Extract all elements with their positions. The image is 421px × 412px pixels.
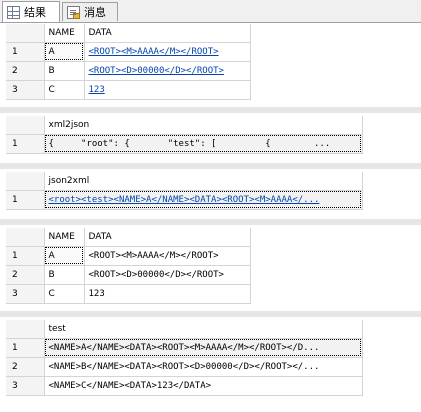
result-grid-json2xml: json2xml 1 <root><test><NAME>A</NAME><DA…: [6, 172, 363, 210]
row-header-corner: [6, 320, 45, 339]
xml-data-link[interactable]: <ROOT><D>00000</D></ROOT>: [84, 61, 251, 81]
result-grid-4: NAME DATA 1 A <ROOT><M>AAAA</M></ROOT> 2…: [6, 228, 251, 304]
row-number[interactable]: 2: [6, 265, 45, 285]
row-header-corner: [6, 116, 45, 135]
row-number[interactable]: 1: [6, 134, 45, 154]
data-cell[interactable]: 123: [84, 284, 251, 304]
column-header-data[interactable]: DATA: [84, 24, 251, 43]
grid-separator: [0, 311, 421, 317]
json-value-cell[interactable]: { "root": { "test": [ { ...: [44, 134, 363, 154]
row-number[interactable]: 1: [6, 42, 45, 62]
table-row: 2 B <ROOT><D>00000</D></ROOT>: [6, 61, 251, 81]
tab-results[interactable]: 结果: [2, 1, 60, 22]
xml-data-link[interactable]: 123: [84, 80, 251, 100]
row-header-corner: [6, 172, 45, 191]
table-row: 1 A <ROOT><M>AAAA</M></ROOT>: [6, 246, 251, 266]
test-value-cell[interactable]: <NAME>C</NAME><DATA>123</DATA>: [44, 376, 363, 396]
column-header-name[interactable]: NAME: [44, 228, 85, 247]
name-cell[interactable]: B: [44, 61, 85, 81]
table-row: 3 C 123: [6, 284, 251, 304]
column-header-test[interactable]: test: [44, 320, 363, 339]
test-value-cell[interactable]: <NAME>B</NAME><DATA><ROOT><D>00000</D></…: [44, 357, 363, 377]
name-cell[interactable]: C: [44, 284, 85, 304]
row-number[interactable]: 1: [6, 246, 45, 266]
row-header-corner: [6, 24, 45, 43]
row-number[interactable]: 1: [6, 190, 45, 210]
data-cell[interactable]: <ROOT><D>00000</D></ROOT>: [84, 265, 251, 285]
column-header-json2xml[interactable]: json2xml: [44, 172, 363, 191]
name-cell[interactable]: A: [44, 246, 85, 266]
messages-icon: [67, 5, 80, 19]
name-cell[interactable]: A: [44, 42, 85, 62]
results-tab-strip: 结果 消息: [0, 0, 421, 23]
table-row: 3 C 123: [6, 80, 251, 100]
table-row: 1 <root><test><NAME>A</NAME><DATA><ROOT>…: [6, 190, 363, 210]
table-row: 2 B <ROOT><D>00000</D></ROOT>: [6, 265, 251, 285]
row-number[interactable]: 2: [6, 357, 45, 377]
name-cell[interactable]: B: [44, 265, 85, 285]
name-cell[interactable]: C: [44, 80, 85, 100]
grid-separator: [0, 163, 421, 169]
table-row: 1 { "root": { "test": [ { ...: [6, 134, 363, 154]
data-cell[interactable]: <ROOT><M>AAAA</M></ROOT>: [84, 246, 251, 266]
xml-data-link[interactable]: <ROOT><M>AAAA</M></ROOT>: [84, 42, 251, 62]
tab-messages-label: 消息: [84, 6, 106, 19]
tab-results-label: 结果: [24, 6, 46, 19]
row-number[interactable]: 3: [6, 284, 45, 304]
table-row: 3 <NAME>C</NAME><DATA>123</DATA>: [6, 376, 363, 396]
grid-separator: [0, 107, 421, 113]
result-grid-1: NAME DATA 1 A <ROOT><M>AAAA</M></ROOT> 2…: [6, 24, 251, 100]
row-number[interactable]: 3: [6, 80, 45, 100]
table-row: 1 A <ROOT><M>AAAA</M></ROOT>: [6, 42, 251, 62]
test-value-cell[interactable]: <NAME>A</NAME><DATA><ROOT><M>AAAA</M></R…: [44, 338, 363, 358]
column-header-name[interactable]: NAME: [44, 24, 85, 43]
results-grid-icon: [7, 5, 20, 19]
table-row: 2 <NAME>B</NAME><DATA><ROOT><D>00000</D>…: [6, 357, 363, 377]
row-number[interactable]: 2: [6, 61, 45, 81]
row-number[interactable]: 3: [6, 376, 45, 396]
row-number[interactable]: 1: [6, 338, 45, 358]
result-grid-xml2json: xml2json 1 { "root": { "test": [ { ...: [6, 116, 363, 154]
column-header-data[interactable]: DATA: [84, 228, 251, 247]
result-grid-test: test 1 <NAME>A</NAME><DATA><ROOT><M>AAAA…: [6, 320, 363, 396]
row-header-corner: [6, 228, 45, 247]
grid-separator: [0, 219, 421, 225]
table-row: 1 <NAME>A</NAME><DATA><ROOT><M>AAAA</M><…: [6, 338, 363, 358]
tab-messages[interactable]: 消息: [62, 2, 118, 21]
column-header-xml2json[interactable]: xml2json: [44, 116, 363, 135]
xml-value-link[interactable]: <root><test><NAME>A</NAME><DATA><ROOT><M…: [44, 190, 363, 210]
